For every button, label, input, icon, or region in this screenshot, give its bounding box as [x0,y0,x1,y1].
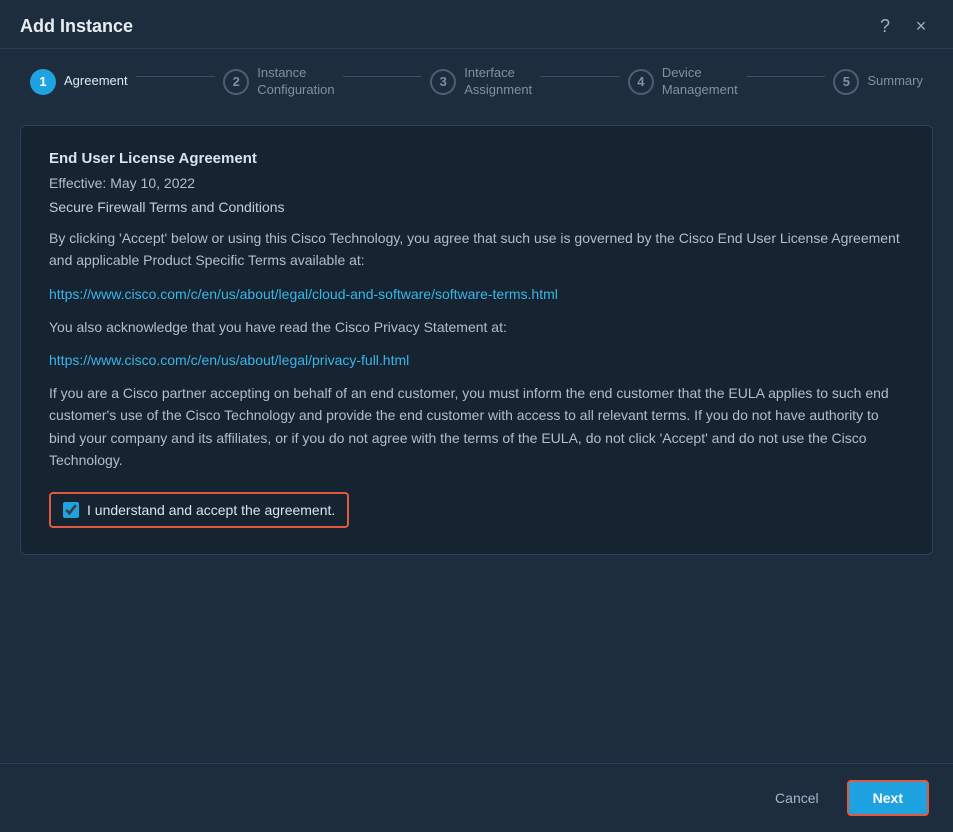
eula-body-3: If you are a Cisco partner accepting on … [49,382,904,472]
help-button[interactable]: ? [873,14,897,38]
step-circle-5: 5 [833,69,859,95]
dialog-footer: Cancel Next [0,763,953,832]
dialog-header: Add Instance ? × [0,0,953,49]
stepper: 1 Agreement 2 InstanceConfiguration 3 In… [0,49,953,115]
eula-effective: Effective: May 10, 2022 [49,175,904,191]
accept-row: I understand and accept the agreement. [49,492,349,528]
eula-title: End User License Agreement [49,150,904,167]
connector-3-4 [540,76,620,77]
content-area: End User License Agreement Effective: Ma… [0,115,953,763]
accept-checkbox[interactable] [63,502,79,518]
close-button[interactable]: × [909,14,933,38]
step-circle-4: 4 [628,69,654,95]
accept-label[interactable]: I understand and accept the agreement. [87,502,335,518]
step-circle-1: 1 [30,69,56,95]
eula-link-2[interactable]: https://www.cisco.com/c/en/us/about/lega… [49,352,904,368]
cancel-button[interactable]: Cancel [759,782,835,814]
step-2: 2 InstanceConfiguration [223,65,334,99]
step-label-2: InstanceConfiguration [257,65,334,99]
connector-1-2 [136,76,216,77]
dialog-title: Add Instance [20,16,133,37]
step-circle-2: 2 [223,69,249,95]
connector-2-3 [343,76,423,77]
step-4: 4 DeviceManagement [628,65,738,99]
eula-link-1[interactable]: https://www.cisco.com/c/en/us/about/lega… [49,286,904,302]
step-5: 5 Summary [833,69,923,95]
eula-body-2: You also acknowledge that you have read … [49,316,904,338]
eula-box: End User License Agreement Effective: Ma… [20,125,933,555]
eula-body-1: By clicking 'Accept' below or using this… [49,227,904,272]
step-circle-3: 3 [430,69,456,95]
next-button[interactable]: Next [847,780,929,816]
eula-subtitle: Secure Firewall Terms and Conditions [49,199,904,215]
header-icons: ? × [873,14,933,38]
step-label-1: Agreement [64,73,128,90]
step-3: 3 InterfaceAssignment [430,65,532,99]
step-label-5: Summary [867,73,923,90]
add-instance-dialog: Add Instance ? × 1 Agreement 2 InstanceC… [0,0,953,832]
step-label-4: DeviceManagement [662,65,738,99]
step-1: 1 Agreement [30,69,128,95]
step-label-3: InterfaceAssignment [464,65,532,99]
connector-4-5 [746,76,826,77]
